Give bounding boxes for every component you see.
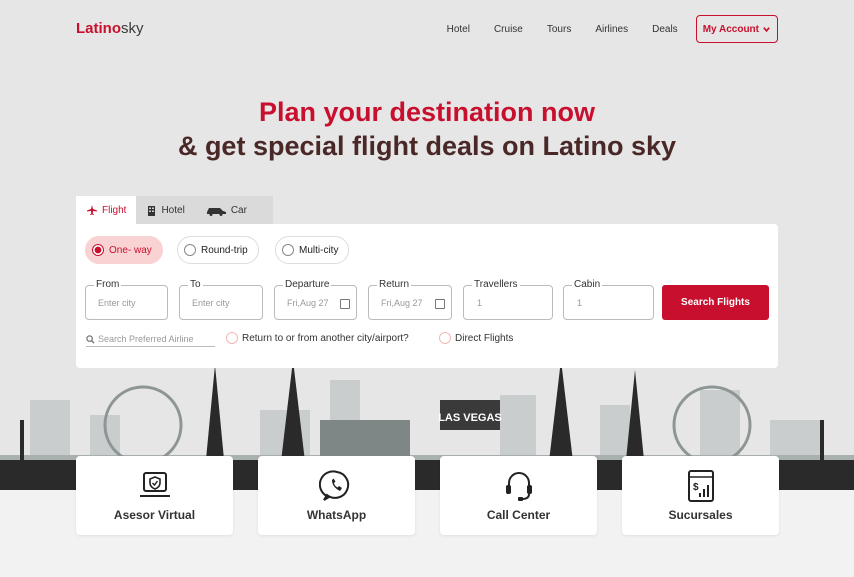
tab-flight-label: Flight: [102, 204, 127, 216]
search-flights-button[interactable]: Search Flights: [662, 285, 769, 320]
plane-icon: [87, 205, 97, 215]
my-account-button[interactable]: My Account: [695, 15, 778, 43]
tab-hotel-label: Hotel: [161, 204, 185, 216]
from-label: From: [94, 279, 122, 290]
calendar-icon[interactable]: [435, 299, 445, 309]
radio-icon: [439, 332, 451, 344]
flight-search-card: One- way Round-trip Multi-city From Ente…: [76, 224, 778, 368]
departure-value[interactable]: Fri,Aug 27: [287, 298, 329, 308]
tab-hotel[interactable]: Hotel: [136, 196, 194, 224]
service-asesor-virtual[interactable]: Asesor Virtual: [76, 456, 233, 535]
building-icon: [148, 205, 156, 216]
nav-cruise[interactable]: Cruise: [494, 24, 523, 35]
from-input[interactable]: Enter city: [98, 298, 136, 308]
preferred-airline-search[interactable]: Search Preferred Airline: [86, 332, 215, 347]
service-sucursales[interactable]: $ Sucursales: [622, 456, 779, 535]
my-account-label: My Account: [702, 23, 759, 35]
calendar-icon[interactable]: [340, 299, 350, 309]
option-direct-flights[interactable]: Direct Flights: [439, 332, 513, 344]
option-return-label: Return to or from another city/airport?: [242, 332, 409, 344]
service-label: WhatsApp: [306, 508, 367, 522]
from-field[interactable]: From Enter city: [85, 279, 168, 320]
to-input[interactable]: Enter city: [192, 298, 230, 308]
service-whatsapp[interactable]: WhatsApp: [258, 456, 415, 535]
whatsapp-icon: [258, 469, 415, 503]
service-call-center[interactable]: Call Center: [440, 456, 597, 535]
tab-car[interactable]: Car: [195, 196, 257, 224]
nav-hotel[interactable]: Hotel: [447, 24, 470, 35]
airline-placeholder: Search Preferred Airline: [98, 334, 194, 344]
nav-tours[interactable]: Tours: [547, 24, 571, 35]
money-window-icon: $: [622, 469, 779, 503]
return-label: Return: [377, 279, 412, 290]
to-field[interactable]: To Enter city: [179, 279, 263, 320]
option-direct-label: Direct Flights: [455, 332, 514, 344]
trip-multi-city[interactable]: Multi-city: [275, 236, 350, 264]
main-nav: Hotel Cruise Tours Airlines Deals My Acc…: [423, 15, 778, 43]
service-label: Sucursales: [668, 508, 733, 522]
tab-car-label: Car: [230, 204, 247, 216]
cabin-value[interactable]: 1: [577, 298, 582, 308]
trip-multi-city-label: Multi-city: [299, 244, 339, 256]
search-icon: [86, 334, 95, 344]
return-value[interactable]: Fri,Aug 27: [381, 298, 423, 308]
service-label: Asesor Virtual: [113, 508, 196, 522]
to-label: To: [188, 279, 203, 290]
radio-icon: [282, 244, 294, 256]
las-vegas-sign: LAS VEGAS: [438, 412, 502, 424]
chevron-down-icon: [763, 26, 770, 32]
headset-icon: [440, 469, 597, 503]
site-logo[interactable]: Latinosky: [76, 20, 144, 37]
svg-text:$: $: [693, 482, 699, 493]
travellers-label: Travellers: [472, 279, 520, 290]
option-return-other-city[interactable]: Return to or from another city/airport?: [226, 332, 409, 344]
travellers-field[interactable]: Travellers 1: [463, 279, 553, 320]
trip-one-way[interactable]: One- way: [85, 236, 163, 264]
hero-title: Plan your destination now: [258, 97, 596, 127]
departure-label: Departure: [283, 279, 332, 290]
top-bar: Latinosky Hotel Cruise Tours Airlines De…: [0, 0, 854, 60]
radio-icon: [226, 332, 238, 344]
trip-round-trip[interactable]: Round-trip: [177, 236, 259, 264]
car-icon: [206, 207, 226, 216]
cabin-field[interactable]: Cabin 1: [563, 279, 654, 320]
hero-subtitle: & get special flight deals on Latino sky: [177, 131, 677, 161]
tab-flight[interactable]: Flight: [76, 196, 137, 224]
trip-one-way-label: One- way: [109, 244, 152, 256]
booking-tabs: Flight Hotel Car: [76, 196, 273, 224]
laptop-shield-icon: [76, 469, 233, 503]
travellers-value[interactable]: 1: [477, 298, 482, 308]
radio-icon: [184, 244, 196, 256]
return-field[interactable]: Return Fri,Aug 27: [368, 279, 452, 320]
nav-deals[interactable]: Deals: [652, 24, 678, 35]
trip-round-trip-label: Round-trip: [201, 244, 248, 256]
departure-field[interactable]: Departure Fri,Aug 27: [274, 279, 357, 320]
nav-airlines[interactable]: Airlines: [595, 24, 628, 35]
service-label: Call Center: [486, 508, 551, 522]
radio-icon: [92, 244, 104, 256]
cabin-label: Cabin: [572, 279, 603, 290]
